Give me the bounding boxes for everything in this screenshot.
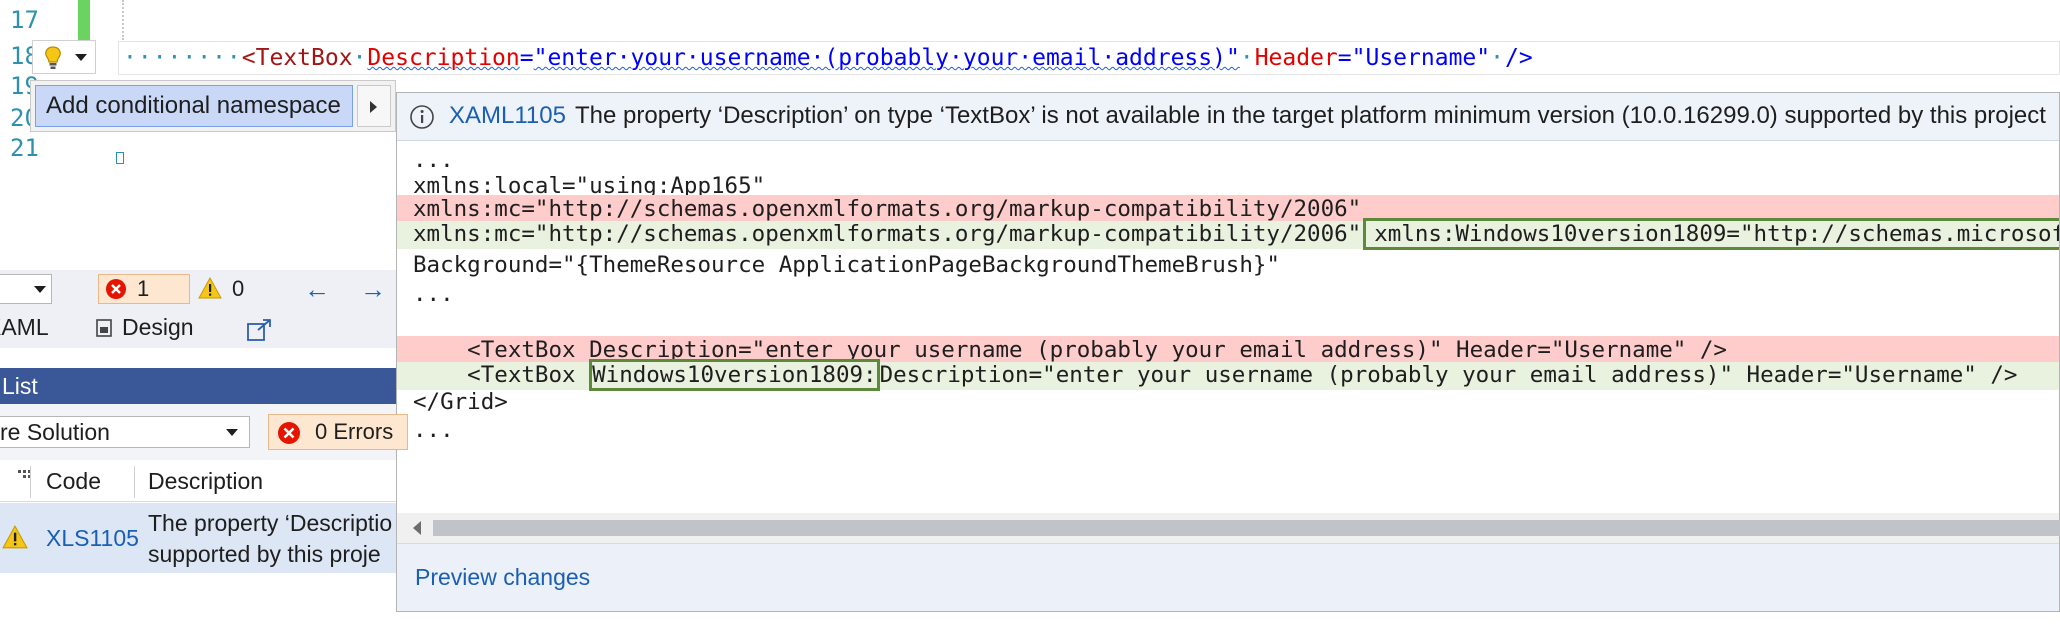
column-description[interactable]: Description (148, 462, 263, 500)
context-dropdown[interactable] (0, 274, 52, 304)
column-code[interactable]: Code (46, 462, 101, 500)
diff-line-added: xmlns:mc="http://schemas.openxmlformats.… (397, 218, 2059, 250)
lightbulb-button[interactable] (32, 40, 96, 74)
popout-icon[interactable] (246, 318, 272, 342)
info-icon (410, 105, 434, 129)
error-icon (278, 422, 300, 444)
designer-tabs: XAML Design (0, 310, 396, 348)
attr-value-header: "Username" (1351, 45, 1491, 71)
chevron-right-icon (370, 101, 377, 113)
warning-icon (198, 277, 222, 299)
diff-text: xmlns:mc="http://schemas.openxmlformats.… (413, 221, 1362, 247)
line-number: 21 (10, 134, 39, 162)
added-namespace-highlight: xmlns:Windows10version1809="http://schem… (1363, 218, 2059, 250)
whitespace-marks: ········ (123, 45, 242, 71)
indent-guide (122, 0, 124, 40)
whitespace-mark: · (352, 45, 368, 71)
error-description: supported by this proje (148, 541, 381, 567)
diff-view: ... xmlns:local="using:App165" xmlns:mc=… (397, 141, 2059, 531)
lightbulb-menu: Add conditional namespace (30, 80, 396, 132)
line-number: 17 (10, 6, 39, 34)
collapse-marker (116, 152, 124, 164)
add-conditional-namespace-item[interactable]: Add conditional namespace (35, 85, 353, 127)
code-line-18[interactable]: ········<TextBox·Description="enter·your… (118, 41, 2060, 75)
editor-status-toolbar: 1 0 ← → (0, 270, 396, 310)
lightbulb-icon (45, 46, 61, 69)
attr-value-description: "enter·your·username·(probably·your·emai… (533, 45, 1240, 71)
diagnostic-message: The property ‘Description’ on type ‘Text… (575, 102, 2046, 129)
attr-description: Description (367, 45, 520, 71)
whitespace-mark: · (1239, 45, 1255, 71)
warning-icon (2, 525, 28, 549)
error-icon (106, 279, 126, 299)
warning-count: 0 (232, 276, 245, 301)
scrollbar-thumb[interactable] (433, 520, 2060, 536)
submenu-expand-button[interactable] (357, 85, 391, 127)
error-list-header: Code Description (0, 462, 396, 502)
table-row[interactable]: XLS1105 The property ‘Descriptio support… (0, 503, 396, 573)
equals: = (1337, 45, 1352, 71)
preview-changes-link[interactable]: Preview changes (415, 564, 590, 591)
scroll-left-icon[interactable] (413, 521, 421, 535)
error-code-link[interactable]: XLS1105 (46, 525, 139, 552)
equals: = (519, 45, 534, 71)
preview-changes-popup: XAML1105 The property ‘Description’ on t… (396, 92, 2060, 612)
error-count: 1 (137, 276, 150, 301)
whitespace-mark: · (1490, 45, 1505, 71)
chevron-down-icon (226, 429, 238, 436)
diff-line (397, 305, 2059, 339)
diagnostic-header: XAML1105 The property ‘Description’ on t… (397, 93, 2059, 141)
design-icon (96, 319, 112, 337)
diagnostic-code-link[interactable]: XAML1105 (449, 93, 566, 139)
errors-filter-label: 0 Errors (315, 419, 394, 444)
diff-line: ... (413, 417, 454, 443)
diff-line: Background="{ThemeResource ApplicationPa… (413, 252, 1280, 278)
tab-design-label: Design (122, 314, 194, 340)
error-list-toolbar: re Solution 0 Errors (0, 404, 408, 460)
chevron-down-icon (34, 286, 46, 293)
horizontal-scrollbar[interactable] (397, 513, 2060, 543)
errors-filter-button[interactable]: 0 Errors (268, 414, 408, 450)
navigate-back-icon[interactable]: ← (304, 276, 330, 302)
attr-header: Header (1254, 45, 1338, 71)
change-indicator (78, 0, 90, 40)
column-separator[interactable] (134, 466, 135, 498)
tab-xaml[interactable]: XAML (0, 314, 49, 341)
error-list-title[interactable]: List (0, 368, 396, 404)
column-separator[interactable] (30, 466, 31, 498)
navigate-forward-icon[interactable]: → (360, 276, 386, 302)
scope-label: re Solution (0, 419, 110, 445)
scope-dropdown[interactable]: re Solution (0, 416, 250, 448)
xml-tag-close: /> (1504, 45, 1533, 71)
error-count-badge[interactable]: 1 (98, 274, 190, 304)
error-description: The property ‘Descriptio (148, 510, 393, 536)
xml-tag-open: <TextBox (241, 45, 353, 71)
chevron-down-icon (75, 54, 87, 61)
preview-footer: Preview changes (397, 543, 2059, 611)
